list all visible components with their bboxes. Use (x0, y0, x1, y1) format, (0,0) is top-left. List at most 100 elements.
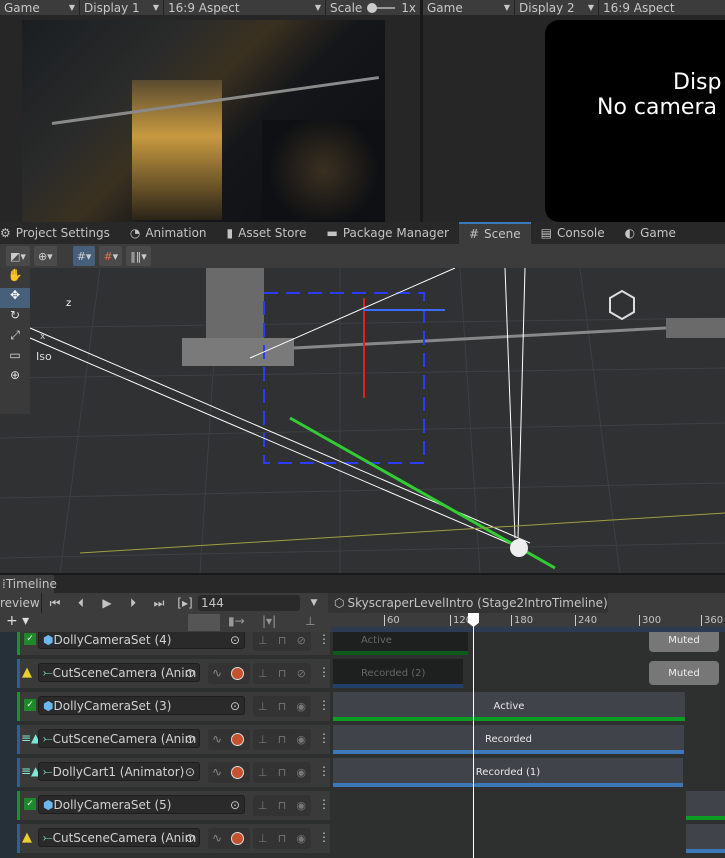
curves-toggle-icon[interactable] (188, 614, 220, 631)
snap-icon[interactable]: |▾| (262, 614, 276, 628)
pin-icon[interactable]: ⊥ (258, 766, 268, 779)
time-ruler[interactable]: 60 120 180 240 300 360 (331, 613, 725, 632)
timeline-breadcrumb[interactable]: ⬡ SkyscraperLevelIntro (Stage2IntroTimeli… (328, 593, 608, 613)
track-row[interactable]: ≡▲ ⤚ DollyCart1 (Animator) ⊙ ∿ ⊥ ⊓ ◉ ⋮ Reco… (0, 756, 725, 789)
target-icon[interactable]: ⊙ (230, 633, 240, 647)
more-options-icon[interactable]: ⋮ (318, 731, 330, 745)
pin-icon[interactable]: ⊥ (258, 733, 268, 746)
track-row[interactable]: ▲ ⤚ CutSceneCamera (Anim ⊙ ∿ ⊥ ⊓ ◉ ⋮ (0, 822, 725, 855)
track-binding-field[interactable]: ⤚ CutSceneCamera (Anim ⊙ (38, 828, 200, 847)
eye-icon[interactable]: ◉ (296, 799, 306, 812)
timeline-clip[interactable]: Recorded (2) (333, 659, 463, 688)
track-row[interactable]: ✓ ⬢ DollyCameraSet (3) ⊙ ⊥ ⊓ ◉ ⋮ Active (0, 690, 725, 723)
go-to-start-icon[interactable]: ⏮ (42, 596, 68, 611)
track-binding-field[interactable]: ⬢ DollyCameraSet (3) ⊙ (38, 696, 245, 715)
track-binding-field[interactable]: ⤚ DollyCart1 (Animator) ⊙ (38, 762, 200, 781)
track-binding-field[interactable]: ⤚ CutSceneCamera (Anim ⊙ (38, 663, 200, 682)
aspect-dropdown[interactable]: 16:9 Aspect ▼ (164, 0, 326, 15)
aspect-dropdown[interactable]: 16:9 Aspect (599, 0, 725, 15)
iso-label[interactable]: Iso (36, 350, 52, 363)
lock-icon[interactable]: ⊓ (278, 700, 287, 713)
lock-icon[interactable]: ⊓ (278, 799, 287, 812)
tab-animation[interactable]: ◔ Animation (120, 222, 217, 244)
curve-icon[interactable]: ∿ (212, 765, 222, 779)
snap-toggle[interactable]: # ▾ (99, 246, 123, 266)
record-button[interactable] (231, 832, 244, 845)
record-button[interactable] (231, 733, 244, 746)
rect-tool-icon[interactable]: ▭ (0, 348, 30, 368)
timeline-clip[interactable]: Active (333, 692, 685, 721)
target-icon[interactable]: ⊙ (230, 699, 240, 713)
checkbox-icon[interactable]: ✓ (24, 699, 36, 711)
eye-icon[interactable]: ⊘ (297, 667, 306, 680)
increment-snap-dropdown[interactable]: ‖‖ ▾ (126, 246, 151, 266)
tab-asset-store[interactable]: ▮ Asset Store (217, 222, 317, 244)
playhead[interactable] (468, 613, 479, 858)
more-options-icon[interactable]: ⋮ (318, 764, 330, 778)
transform-tool-icon[interactable]: ⊕ (0, 368, 30, 388)
lock-icon[interactable]: ⊓ (278, 634, 287, 647)
scale-track[interactable] (366, 2, 395, 13)
target-icon[interactable]: ⊙ (185, 831, 195, 845)
display-dropdown[interactable]: Display 1 ▼ (80, 0, 164, 15)
more-options-icon[interactable]: ⋮ (318, 797, 330, 811)
more-options-icon[interactable]: ⋮ (318, 632, 330, 646)
scale-slider[interactable]: Scale 1x (326, 0, 420, 15)
previous-frame-icon[interactable]: ⏴ (68, 596, 94, 611)
move-tool-icon[interactable]: ✥ (0, 288, 30, 308)
timeline-clip[interactable]: Recorded (333, 725, 684, 754)
timeline-clip[interactable] (686, 824, 725, 853)
track-row[interactable]: ≡▲ ⤚ CutSceneCamera (Anim ⊙ ∿ ⊥ ⊓ ◉ ⋮ Recor… (0, 723, 725, 756)
pin-icon[interactable]: ⊥ (258, 700, 268, 713)
curve-icon[interactable]: ∿ (212, 666, 222, 680)
pin-icon[interactable]: ⊥ (258, 667, 268, 680)
tab-game[interactable]: ◐ Game (615, 222, 686, 244)
pin-icon[interactable]: ⊥ (305, 614, 315, 628)
eye-icon[interactable]: ⊘ (297, 634, 306, 647)
rotate-tool-icon[interactable]: ↻ (0, 308, 30, 328)
draw-mode-dropdown[interactable]: ◩ ▾ (6, 246, 30, 266)
play-range-icon[interactable]: [▸] (172, 596, 198, 610)
display-dropdown[interactable]: Display 2 ▼ (515, 0, 599, 15)
lock-icon[interactable]: ⊓ (278, 733, 287, 746)
global-dropdown[interactable]: ⊕ ▾ (33, 246, 57, 266)
preview-button[interactable]: review (0, 593, 42, 613)
chevron-down-icon[interactable]: ▼ (300, 598, 328, 608)
target-icon[interactable]: ⊙ (185, 765, 195, 779)
tab-console[interactable]: ▤ Console (531, 222, 615, 244)
track-row[interactable]: ✓ ⬢ DollyCameraSet (4) ⊙ ⊥ ⊓ ⊘ ⋮ Active Mute… (0, 632, 725, 657)
view-dropdown[interactable]: Game ▼ (0, 0, 80, 15)
target-icon[interactable]: ⊙ (185, 666, 195, 680)
record-button[interactable] (231, 667, 244, 680)
grid-toggle[interactable]: # ▾ (72, 246, 96, 266)
record-button[interactable] (231, 766, 244, 779)
eye-icon[interactable]: ◉ (296, 700, 306, 713)
play-icon[interactable]: ▶ (94, 596, 120, 610)
tab-project-settings[interactable]: ⚙ Project Settings (0, 222, 120, 244)
timeline-clip[interactable]: Active (333, 632, 468, 655)
track-binding-field[interactable]: ⬢ DollyCameraSet (4) ⊙ (38, 632, 245, 649)
lock-icon[interactable]: ⊓ (278, 667, 287, 680)
view-dropdown[interactable]: Game ▼ (423, 0, 515, 15)
curve-icon[interactable]: ∿ (212, 732, 222, 746)
scene-view[interactable]: ✋ ✥ ↻ ⤢ ▭ ⊕ z x Iso (0, 267, 725, 574)
track-binding-field[interactable]: ⤚ CutSceneCamera (Anim ⊙ (38, 729, 200, 748)
checkbox-icon[interactable]: ✓ (24, 798, 36, 810)
next-frame-icon[interactable]: ⏵ (120, 596, 146, 611)
tab-package-manager[interactable]: ▬ Package Manager (316, 222, 459, 244)
hand-tool-icon[interactable]: ✋ (0, 268, 30, 288)
track-row[interactable]: ✓ ⬢ DollyCameraSet (5) ⊙ ⊥ ⊓ ◉ ⋮ (0, 789, 725, 822)
lock-icon[interactable]: ⊓ (278, 766, 287, 779)
scale-tool-icon[interactable]: ⤢ (0, 328, 30, 348)
eye-icon[interactable]: ◉ (296, 832, 306, 845)
track-row[interactable]: ▲ ⤚ CutSceneCamera (Anim ⊙ ∿ ⊥ ⊓ ⊘ ⋮ Record… (0, 657, 725, 690)
more-options-icon[interactable]: ⋮ (318, 698, 330, 712)
track-binding-field[interactable]: ⬢ DollyCameraSet (5) ⊙ (38, 795, 245, 814)
more-options-icon[interactable]: ⋮ (318, 830, 330, 844)
frame-field[interactable]: 144 (198, 595, 300, 611)
go-to-end-icon[interactable]: ⏭ (146, 596, 172, 611)
checkbox-icon[interactable]: ✓ (24, 633, 36, 645)
eye-icon[interactable]: ◉ (296, 766, 306, 779)
tab-scene[interactable]: # Scene (458, 222, 531, 244)
more-options-icon[interactable]: ⋮ (318, 665, 330, 679)
